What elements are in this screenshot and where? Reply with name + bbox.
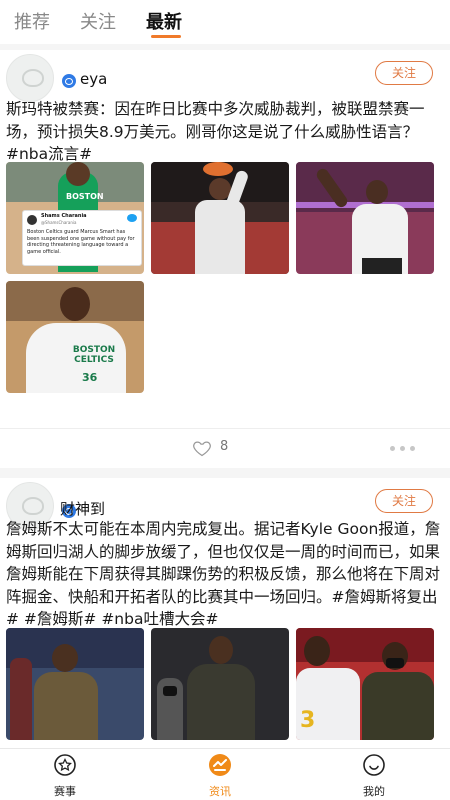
active-tab-indicator [151,35,181,38]
nav-item-news[interactable]: 资讯 [190,753,250,799]
tweet-name: Shams Charania [41,213,87,219]
smile-face-icon [363,754,385,776]
post-footer: 8 [0,428,450,468]
nav-label: 我的 [363,785,385,798]
tab-following[interactable]: 关注 [80,8,116,34]
nav-item-mine[interactable]: 我的 [344,753,404,799]
tweet-text: Boston Celtics guard Marcus Smart has be… [27,229,135,255]
nav-item-events[interactable]: 赛事 [35,753,95,799]
jersey-text: BOSTON CELTICS [72,345,116,365]
bottom-nav: 赛事 资讯 我的 [0,748,450,800]
heart-icon[interactable] [192,438,212,458]
nav-label: 资讯 [209,785,231,798]
jersey-number: 36 [82,371,98,384]
star-circle-icon [54,754,76,776]
jersey-number: 3 [300,708,316,733]
tweet-card: Shams Charania @ShamsCharania Boston Cel… [22,210,142,266]
jersey-text: BOSTON [66,192,104,201]
news-flame-icon [209,754,231,776]
twitter-bird-icon [127,214,137,222]
divider [0,44,450,50]
post-image[interactable] [151,162,289,274]
post-image[interactable] [151,628,289,740]
nav-label: 赛事 [54,785,76,798]
avatar[interactable] [6,54,54,102]
post-username[interactable]: 财神到 [60,498,105,519]
verified-badge-icon [60,72,78,90]
post-image[interactable] [6,628,144,740]
top-tab-bar: 推荐 关注 最新 [0,0,450,44]
more-options-icon[interactable] [390,446,420,452]
post-text[interactable]: 詹姆斯不太可能在本周内完成复出。据记者Kyle Goon报道，詹姆斯回归湖人的脚… [6,518,444,631]
post-username[interactable]: eya [80,70,107,88]
like-count: 8 [220,439,229,454]
follow-button[interactable]: 关注 [375,489,433,513]
post-image[interactable]: 3 [296,628,434,740]
follow-button[interactable]: 关注 [375,61,433,85]
tweet-handle: @ShamsCharania [41,220,77,225]
post-text[interactable]: 斯玛特被禁赛：因在昨日比赛中多次威胁裁判，被联盟禁赛一场，预计损失8.9万美元。… [6,98,444,166]
divider [0,468,450,478]
post-image[interactable]: BOSTON CELTICS 36 [6,281,144,393]
tab-latest[interactable]: 最新 [146,8,182,34]
post-image[interactable]: BOSTON Shams Charania @ShamsCharania Bos… [6,162,144,274]
post-image[interactable] [296,162,434,274]
tab-recommend[interactable]: 推荐 [14,8,50,34]
